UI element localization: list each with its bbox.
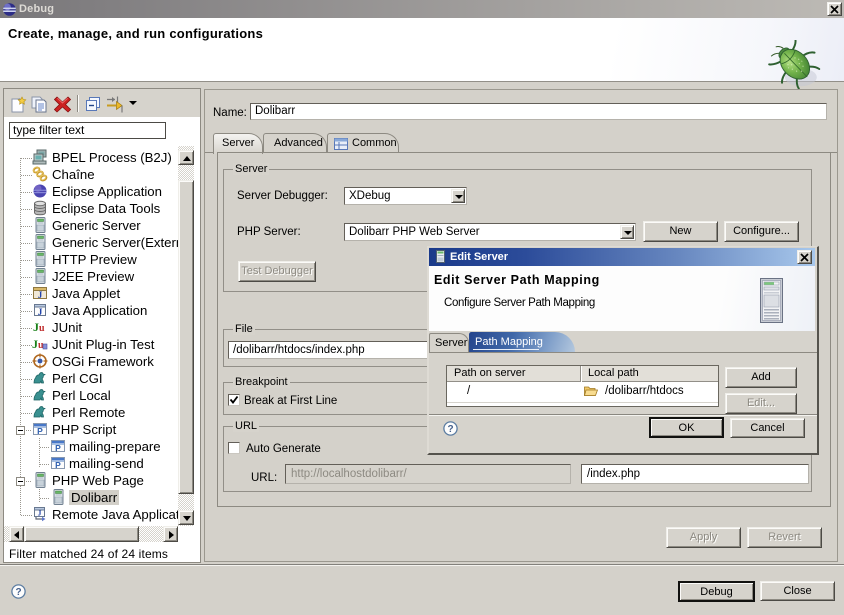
svg-text:?: ? [15, 587, 21, 598]
svg-text:?: ? [447, 424, 453, 435]
